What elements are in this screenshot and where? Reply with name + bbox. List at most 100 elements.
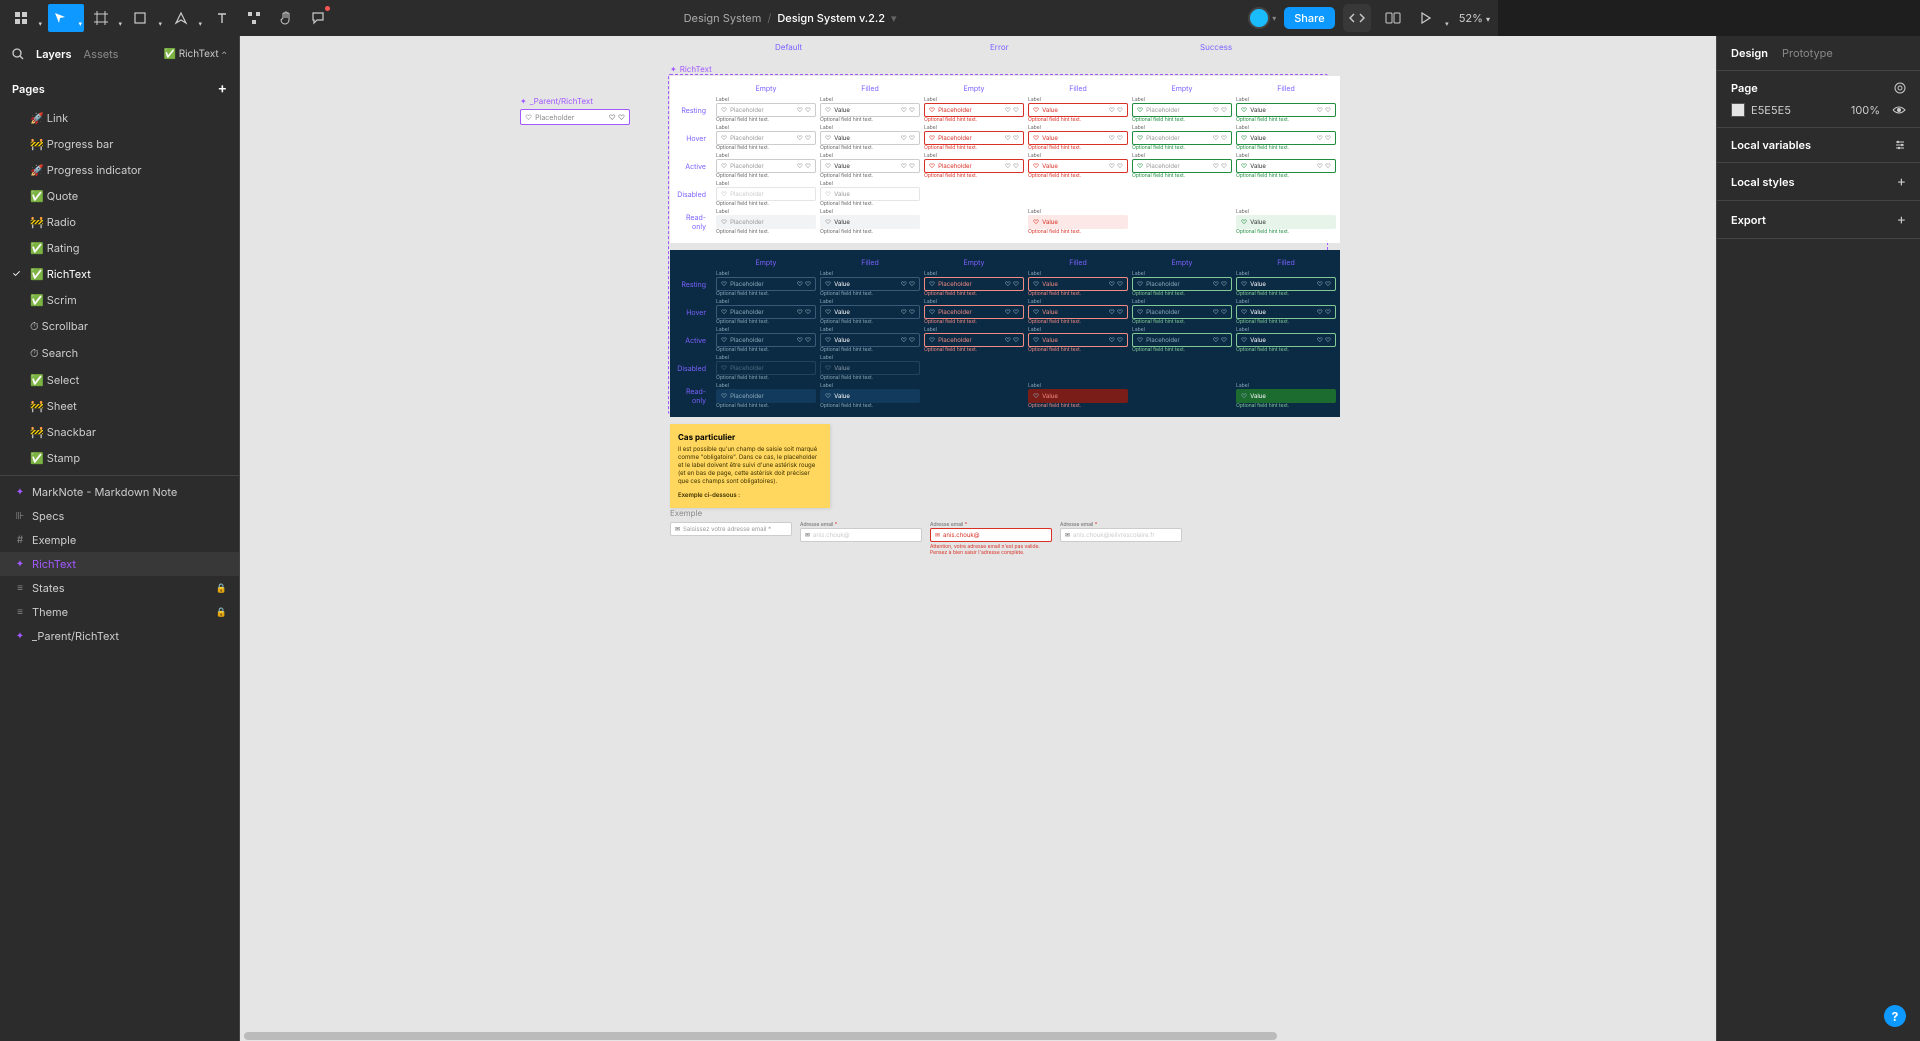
bg-opacity[interactable]: 100% [1851,103,1880,117]
richtext-field[interactable]: ♡Placeholder♡♡ [716,103,816,117]
page-item[interactable]: ✅ RichText [0,261,239,287]
richtext-field[interactable]: ♡Value [820,215,920,229]
example-field-valid[interactable]: ✉anis.chouk@lelivrescolaire.fr [1060,528,1182,542]
richtext-field[interactable]: ♡Value [1028,215,1128,229]
richtext-field[interactable]: ♡Placeholder♡♡ [1132,305,1232,319]
richtext-field[interactable]: ♡Placeholder [716,215,816,229]
parent-richtext[interactable]: ✦ _Parent/RichText ♡ Placeholder ♡♡ [520,96,630,125]
richtext-field[interactable]: ♡Value [1028,389,1128,403]
present-library-button[interactable] [1379,4,1407,32]
page-item[interactable]: 🚧 Radio [0,209,239,235]
richtext-field[interactable]: ♡Value♡♡ [1236,333,1336,347]
richtext-field[interactable]: ♡Value♡♡ [1028,277,1128,291]
richtext-field[interactable]: ♡Placeholder♡♡ [924,131,1024,145]
richtext-field[interactable]: ♡Value♡♡ [1028,131,1128,145]
richtext-field[interactable]: ♡Placeholder♡♡ [1132,103,1232,117]
bg-color-value[interactable]: E5E5E5 [1751,103,1845,117]
assets-tab[interactable]: Assets [84,47,119,61]
search-icon[interactable] [12,48,24,60]
comment-tool[interactable] [304,4,332,32]
layer-item[interactable]: ≡Theme🔒 [0,600,239,624]
breadcrumb[interactable]: Design System / Design System v.2.2 ▾ [684,11,897,25]
richtext-field[interactable]: ♡Placeholder♡♡ [716,159,816,173]
layers-tab[interactable]: Layers [36,47,72,61]
page-settings-icon[interactable] [1894,82,1906,94]
richtext-field[interactable]: ♡Placeholder♡♡ [716,305,816,319]
page-item[interactable]: ✅ Quote [0,183,239,209]
richtext-field[interactable]: ♡Value♡♡ [1028,159,1128,173]
dev-mode-button[interactable] [1343,4,1371,32]
page-item[interactable]: ⏱ Scrollbar [0,313,239,340]
zoom-level[interactable]: 52% ▾ [1459,11,1490,25]
richtext-field[interactable]: ♡Placeholder♡♡ [716,131,816,145]
richtext-field[interactable]: ♡Value♡♡ [1236,131,1336,145]
example-field-error[interactable]: ✉anis.chouk@ [930,528,1052,542]
richtext-field[interactable]: ♡Value♡♡ [1236,103,1336,117]
visibility-icon[interactable] [1892,105,1906,115]
chevron-down-icon[interactable]: ▾ [1272,13,1276,23]
richtext-field[interactable]: ♡Value [1236,215,1336,229]
text-tool[interactable] [208,4,236,32]
page-item[interactable]: ✅ Scrim [0,287,239,313]
breadcrumb-project[interactable]: Design System [684,11,762,25]
page-item[interactable]: 🚧 Sheet [0,393,239,419]
richtext-field[interactable]: ♡Placeholder♡♡ [1132,131,1232,145]
layer-item[interactable]: ≡States🔒 [0,576,239,600]
horizontal-scrollbar[interactable] [240,1031,1716,1041]
page-item[interactable]: ✅ Stamp [0,445,239,471]
richtext-field[interactable]: ♡Placeholder [716,361,816,375]
richtext-field[interactable]: ♡Placeholder♡♡ [716,277,816,291]
page-item[interactable]: ⏱ Search [0,340,239,367]
richtext-field[interactable]: ♡Placeholder♡♡ [716,333,816,347]
richtext-field[interactable]: ♡Value♡♡ [820,159,920,173]
richtext-field[interactable]: ♡Value♡♡ [820,305,920,319]
design-tab[interactable]: Design [1731,46,1768,60]
layer-item[interactable]: #Exemple [0,528,239,552]
richtext-field[interactable]: ♡Placeholder♡♡ [924,103,1024,117]
page-item[interactable]: ✅ Select [0,367,239,393]
example-field-empty[interactable]: ✉Saisissez votre adresse email * [670,522,792,536]
richtext-field[interactable]: ♡Value [820,361,920,375]
page-item[interactable]: 🚀 Progress indicator [0,157,239,183]
richtext-field[interactable]: ♡Value♡♡ [1028,333,1128,347]
richtext-field[interactable]: ♡Placeholder [716,187,816,201]
breadcrumb-file[interactable]: Design System v.2.2 [777,11,885,25]
add-export-button[interactable]: + [1897,211,1906,228]
states-dark[interactable]: EmptyFilledEmptyFilledEmptyFilledResting… [670,250,1340,417]
page-item[interactable]: 🚧 Snackbar [0,419,239,445]
richtext-field[interactable]: ♡Value [820,389,920,403]
example-field-filled[interactable]: ✉anis.chouk@ [800,528,922,542]
richtext-field[interactable]: ♡Placeholder♡♡ [924,159,1024,173]
page-item[interactable]: 🚀 Link [0,105,239,131]
share-button[interactable]: Share [1284,7,1334,29]
richtext-field[interactable]: ♡Placeholder♡♡ [1132,333,1232,347]
resources-tool[interactable] [240,4,268,32]
richtext-field[interactable]: ♡Value♡♡ [1236,305,1336,319]
richtext-field[interactable]: ♡Value♡♡ [1028,103,1128,117]
avatar[interactable] [1248,7,1270,29]
richtext-field[interactable]: ♡Value♡♡ [1236,277,1336,291]
richtext-field[interactable]: ♡Placeholder♡♡ [1132,159,1232,173]
play-button[interactable]: ▾ [1415,4,1451,32]
pen-tool[interactable]: ▾ [168,4,204,32]
canvas[interactable]: Default Error Success ✦ _Parent/RichText… [240,36,1716,1041]
richtext-field[interactable]: ♡Value [820,187,920,201]
richtext-field[interactable]: ♡Value [1236,389,1336,403]
example-section[interactable]: Exemple ✉Saisissez votre adresse email *… [670,508,1182,556]
richtext-field[interactable]: ♡Value♡♡ [820,131,920,145]
richtext-field[interactable]: ♡Placeholder♡♡ [924,305,1024,319]
page-item[interactable]: ✅ Rating [0,235,239,261]
richtext-field[interactable]: ♡Value♡♡ [1028,305,1128,319]
layer-item[interactable]: ✦_Parent/RichText [0,624,239,648]
richtext-field[interactable]: ♡Value♡♡ [820,333,920,347]
richtext-field[interactable]: ♡Value♡♡ [820,277,920,291]
states-light[interactable]: EmptyFilledEmptyFilledEmptyFilledResting… [670,76,1340,243]
richtext-field[interactable]: ♡Placeholder♡♡ [924,277,1024,291]
main-menu-button[interactable]: ▾ [8,4,44,32]
variables-settings-icon[interactable] [1894,139,1906,151]
richtext-field[interactable]: ♡Placeholder [716,389,816,403]
sticky-note[interactable]: Cas particulier Il est possible qu'un ch… [670,424,830,508]
page-crumb[interactable]: ✅ RichText ⌃ [163,48,227,60]
frame-tool[interactable]: ▾ [88,4,124,32]
prototype-tab[interactable]: Prototype [1782,46,1833,60]
